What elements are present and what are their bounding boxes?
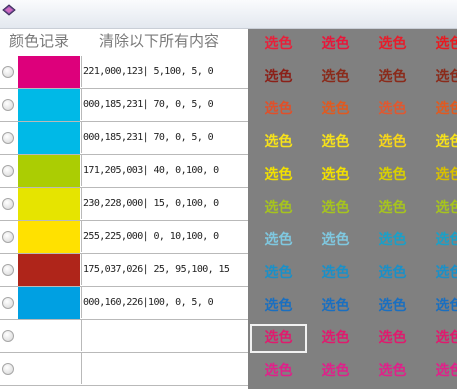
pick-color-cell[interactable]: 选色	[307, 30, 364, 59]
pick-color-cell[interactable]: 选色	[421, 128, 457, 157]
pick-color-cell[interactable]: 选色	[250, 128, 307, 157]
pick-color-cell[interactable]: 选色	[307, 63, 364, 92]
color-record-list: 221,000,123| 5,100, 5, 0 000,185,231| 70,…	[0, 56, 248, 386]
color-value-text	[81, 320, 248, 351]
clear-all-button[interactable]: 清除以下所有内容	[99, 29, 219, 54]
color-record-row	[0, 353, 248, 386]
color-value-text: 230,228,000| 15, 0,100, 0	[81, 188, 248, 219]
pick-color-cell[interactable]: 选色	[307, 324, 364, 353]
pick-color-cell[interactable]: 选色	[421, 292, 457, 321]
pick-color-cell[interactable]: 选色	[421, 63, 457, 92]
pick-color-cell[interactable]: 选色	[364, 357, 421, 386]
app-icon	[2, 4, 16, 16]
color-value-text: 000,185,231| 70, 0, 5, 0	[81, 122, 248, 153]
pick-color-cell[interactable]: 选色	[364, 194, 421, 223]
pick-color-cell[interactable]: 选色	[250, 194, 307, 223]
color-record-row	[0, 320, 248, 353]
color-record-row: 000,185,231| 70, 0, 5, 0	[0, 89, 248, 122]
pick-color-cell[interactable]: 选色	[364, 226, 421, 255]
record-radio[interactable]	[2, 198, 14, 210]
color-picker-grid: 选色 选色 选色 选色 选色 选色 选色 选色 选色 选色 选色 选色 选色 选色 选色 选色 选色 选色 选色 选色…	[248, 29, 457, 389]
pick-color-cell[interactable]: 选色	[307, 95, 364, 124]
record-radio[interactable]	[2, 165, 14, 177]
pick-color-cell[interactable]: 选色	[421, 194, 457, 223]
pick-color-cell[interactable]: 选色	[250, 30, 307, 59]
color-swatch[interactable]	[18, 89, 80, 121]
pick-color-cell[interactable]: 选色	[307, 357, 364, 386]
pick-color-cell[interactable]: 选色	[364, 324, 421, 353]
pick-color-cell[interactable]: 选色	[250, 324, 307, 354]
title-bar	[0, 0, 457, 29]
color-record-row: 000,160,226|100, 0, 5, 0	[0, 287, 248, 320]
color-record-row: 230,228,000| 15, 0,100, 0	[0, 188, 248, 221]
record-radio[interactable]	[2, 297, 14, 309]
pick-color-cell[interactable]: 选色	[250, 95, 307, 124]
pick-color-cell[interactable]: 选色	[421, 226, 457, 255]
record-radio[interactable]	[2, 66, 14, 78]
color-swatch[interactable]	[18, 353, 80, 385]
color-record-row: 175,037,026| 25, 95,100, 15	[0, 254, 248, 287]
pick-color-cell[interactable]: 选色	[364, 30, 421, 59]
pick-color-cell[interactable]: 选色	[421, 324, 457, 353]
color-value-text	[81, 353, 248, 384]
color-swatch[interactable]	[18, 56, 80, 88]
color-value-text: 175,037,026| 25, 95,100, 15	[81, 254, 248, 285]
color-swatch[interactable]	[18, 155, 80, 187]
color-swatch[interactable]	[18, 122, 80, 154]
record-radio[interactable]	[2, 132, 14, 144]
color-record-label: 颜色记录	[9, 32, 70, 50]
pick-color-cell[interactable]: 选色	[421, 161, 457, 190]
color-swatch[interactable]	[18, 287, 80, 319]
record-radio[interactable]	[2, 330, 14, 342]
color-value-text: 221,000,123| 5,100, 5, 0	[81, 56, 248, 87]
pick-color-cell[interactable]: 选色	[421, 357, 457, 386]
color-record-row: 221,000,123| 5,100, 5, 0	[0, 56, 248, 89]
pick-color-cell[interactable]: 选色	[307, 226, 364, 255]
color-record-row: 000,185,231| 70, 0, 5, 0	[0, 122, 248, 155]
pick-color-cell[interactable]: 选色	[307, 128, 364, 157]
pick-color-cell[interactable]: 选色	[250, 226, 307, 255]
pick-color-cell[interactable]: 选色	[364, 63, 421, 92]
color-swatch[interactable]	[18, 320, 80, 352]
pick-color-cell[interactable]: 选色	[307, 161, 364, 190]
color-value-text: 255,225,000| 0, 10,100, 0	[81, 221, 248, 252]
pick-color-cell[interactable]: 选色	[250, 63, 307, 92]
pick-color-cell[interactable]: 选色	[250, 292, 307, 321]
color-swatch[interactable]	[18, 254, 80, 286]
pick-color-cell[interactable]: 选色	[307, 292, 364, 321]
pick-color-cell[interactable]: 选色	[250, 161, 307, 190]
pick-color-cell[interactable]: 选色	[364, 292, 421, 321]
pick-color-cell[interactable]: 选色	[307, 194, 364, 223]
pick-color-cell[interactable]: 选色	[421, 95, 457, 124]
record-radio[interactable]	[2, 99, 14, 111]
color-record-row: 171,205,003| 40, 0,100, 0	[0, 155, 248, 188]
record-radio[interactable]	[2, 264, 14, 276]
pick-color-cell[interactable]: 选色	[307, 259, 364, 288]
color-value-text: 171,205,003| 40, 0,100, 0	[81, 155, 248, 186]
color-swatch[interactable]	[18, 221, 80, 253]
pick-color-cell[interactable]: 选色	[364, 259, 421, 288]
pick-color-cell[interactable]: 选色	[364, 161, 421, 190]
color-swatch[interactable]	[18, 188, 80, 220]
pick-color-cell[interactable]: 选色	[250, 357, 307, 386]
pick-color-cell[interactable]: 选色	[250, 259, 307, 288]
pick-color-cell[interactable]: 选色	[364, 128, 421, 157]
pick-color-cell[interactable]: 选色	[364, 95, 421, 124]
color-value-text: 000,160,226|100, 0, 5, 0	[81, 287, 248, 318]
color-value-text: 000,185,231| 70, 0, 5, 0	[81, 89, 248, 120]
color-record-row: 255,225,000| 0, 10,100, 0	[0, 221, 248, 254]
record-radio[interactable]	[2, 363, 14, 375]
pick-color-cell[interactable]: 选色	[421, 30, 457, 59]
pick-color-cell[interactable]: 选色	[421, 259, 457, 288]
record-radio[interactable]	[2, 231, 14, 243]
